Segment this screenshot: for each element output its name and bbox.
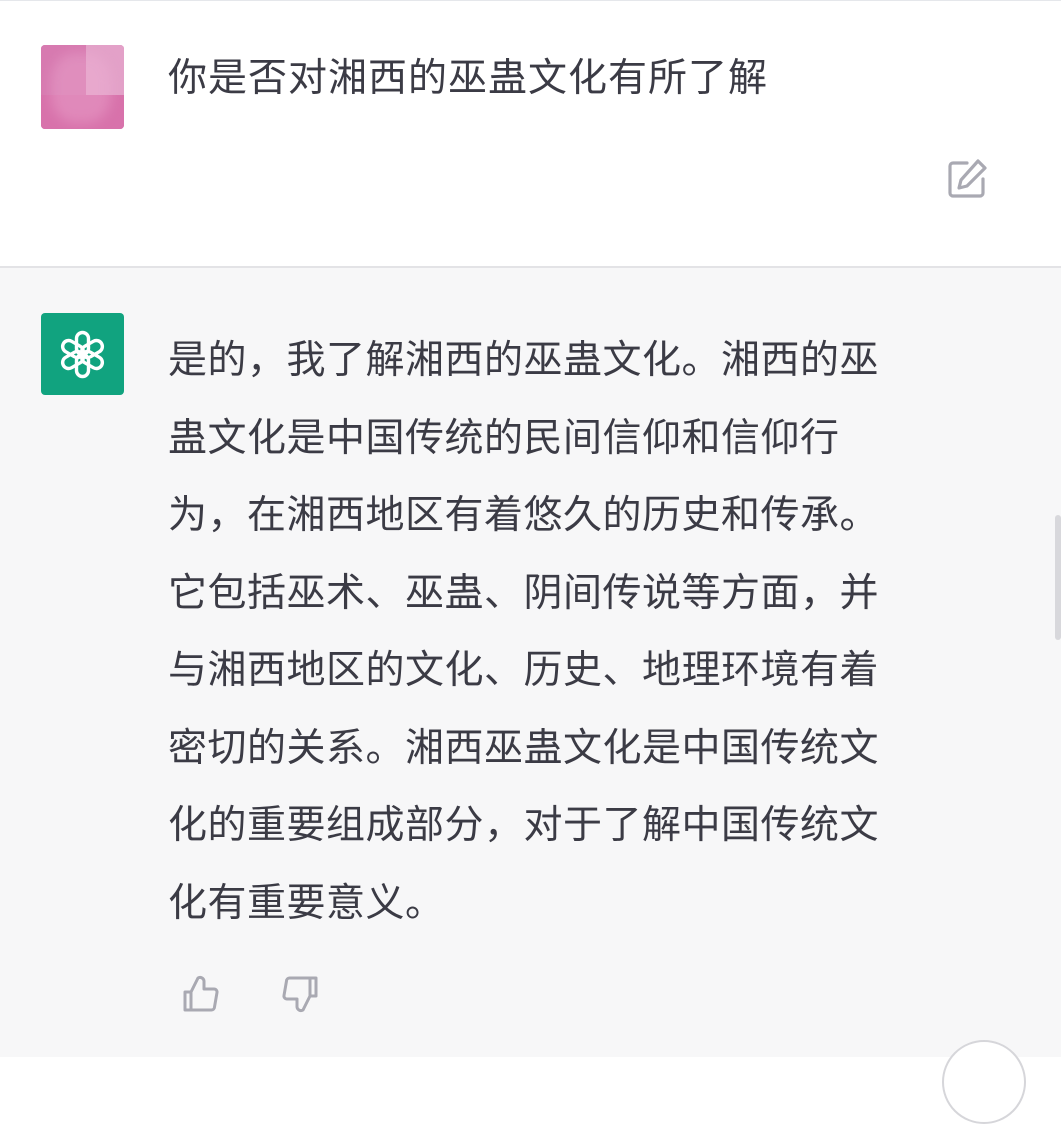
scroll-down-button[interactable] xyxy=(942,1040,1026,1124)
thumbs-up-icon[interactable] xyxy=(179,972,223,1016)
scrollbar[interactable] xyxy=(1055,515,1061,640)
assistant-line: 化有重要意义。 xyxy=(168,880,445,926)
openai-logo-icon xyxy=(60,330,105,379)
assistant-line: 蛊文化是中国传统的民间信仰和信仰行 xyxy=(168,415,840,461)
user-message-block: 你是否对湘西的巫蛊文化有所了解 xyxy=(0,0,1061,267)
assistant-avatar xyxy=(41,313,124,395)
assistant-line: 密切的关系。湘西巫蛊文化是中国传统文 xyxy=(168,725,880,771)
edit-icon[interactable] xyxy=(945,157,989,201)
assistant-line: 为，在湘西地区有着悠久的历史和传承。 xyxy=(168,493,880,538)
assistant-line: 与湘西地区的文化、历史、地理环境有着 xyxy=(168,648,880,693)
assistant-line: 它包括巫术、巫蛊、阴间传说等方面，并 xyxy=(168,570,880,616)
assistant-line: 化的重要组成部分，对于了解中国传统文 xyxy=(168,803,880,848)
assistant-line: 是的，我了解湘西的巫蛊文化。湘西的巫 xyxy=(168,338,880,383)
user-message-text: 你是否对湘西的巫蛊文化有所了解 xyxy=(168,56,769,101)
thumbs-down-icon[interactable] xyxy=(278,972,322,1016)
user-avatar xyxy=(41,45,124,129)
assistant-message-text: 是的，我了解湘西的巫蛊文化。湘西的巫 蛊文化是中国传统的民间信仰和信仰行 为，在… xyxy=(168,322,968,942)
